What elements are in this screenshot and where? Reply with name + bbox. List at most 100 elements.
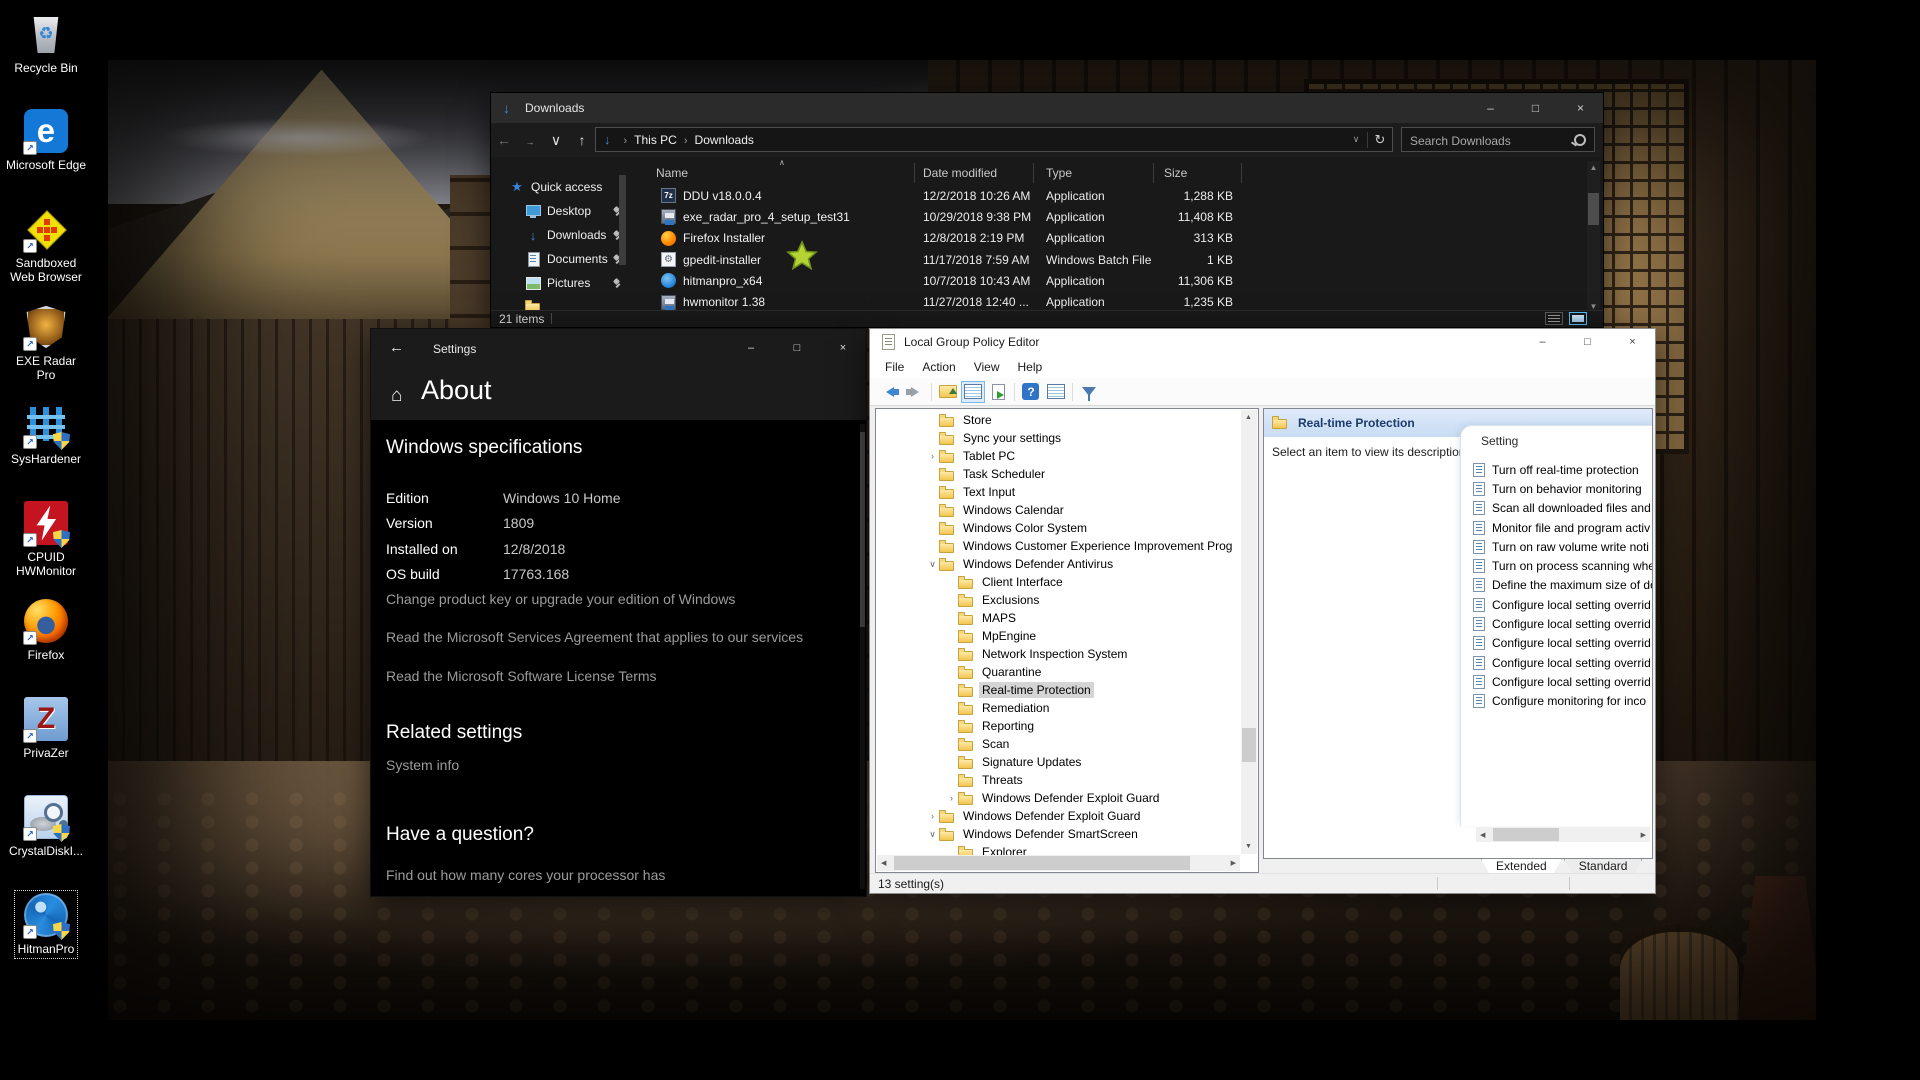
filter-icon[interactable] xyxy=(1077,381,1101,403)
tree-item-label[interactable]: Windows Color System xyxy=(960,520,1090,536)
tree-item-label[interactable]: Real-time Protection xyxy=(979,682,1094,698)
scroll-right-icon[interactable]: ▶ xyxy=(1641,831,1646,839)
tree-vertical-scrollbar[interactable]: ▲ ▼ xyxy=(1241,410,1257,854)
column-divider[interactable] xyxy=(914,163,915,183)
desktop-icon[interactable]: ↗ CPUID HWMonitor xyxy=(2,499,90,580)
show-console-tree-icon[interactable] xyxy=(961,381,985,403)
separator[interactable] xyxy=(1069,381,1076,403)
file-row[interactable]: exe_radar_pro_4_setup_test31 10/29/2018 … xyxy=(641,206,1589,227)
refresh-icon[interactable]: ↻ xyxy=(1367,132,1392,148)
tree-item[interactable]: Client Interface xyxy=(876,573,1241,591)
minimize-button[interactable]: – xyxy=(728,329,774,367)
policy-setting-row[interactable]: Turn on raw volume write noti xyxy=(1473,537,1652,556)
minimize-button[interactable]: – xyxy=(1468,93,1513,123)
close-button[interactable]: × xyxy=(1610,329,1655,355)
column-header-type[interactable]: Type xyxy=(1046,166,1072,180)
scroll-right-icon[interactable]: ▶ xyxy=(1231,859,1236,867)
tree-item[interactable]: › Windows Defender Exploit Guard xyxy=(876,789,1241,807)
details-view-icon[interactable] xyxy=(1545,312,1563,325)
tree-item-label[interactable]: Windows Defender Exploit Guard xyxy=(979,790,1162,806)
scroll-left-icon[interactable]: ◀ xyxy=(1480,831,1485,839)
minimize-button[interactable]: – xyxy=(1520,329,1565,355)
tree-item-label[interactable]: Quarantine xyxy=(979,664,1044,680)
forward-icon[interactable] xyxy=(903,381,927,403)
address-dropdown-icon[interactable]: ∨ xyxy=(1345,134,1367,145)
system-info-link[interactable]: System info xyxy=(386,757,459,773)
settings-scrollbar[interactable] xyxy=(860,424,865,889)
help-icon[interactable]: ? xyxy=(1019,381,1043,403)
tree-expander-icon[interactable]: ∨ xyxy=(926,559,939,570)
tree-item[interactable]: Remediation xyxy=(876,699,1241,717)
show-action-pane-icon[interactable] xyxy=(1044,381,1068,403)
search-input[interactable] xyxy=(1408,129,1572,152)
tree-expander-icon[interactable]: › xyxy=(926,451,939,461)
column-header-setting[interactable]: Setting xyxy=(1481,434,1518,448)
menu-item[interactable]: View xyxy=(965,360,1009,374)
policy-setting-row[interactable]: Turn on process scanning whe xyxy=(1473,556,1652,575)
sidebar-item[interactable]: Pictures xyxy=(491,271,639,295)
tree-item[interactable]: Windows Calendar xyxy=(876,501,1241,519)
separator[interactable] xyxy=(928,381,935,403)
policy-setting-row[interactable]: Monitor file and program activ xyxy=(1473,518,1652,537)
column-header-size[interactable]: Size xyxy=(1164,166,1187,180)
file-row[interactable]: hitmanpro_x64 10/7/2018 10:43 AM Applica… xyxy=(641,270,1589,291)
policy-setting-row[interactable]: Turn off real-time protection xyxy=(1473,460,1652,479)
menu-item[interactable]: Action xyxy=(913,360,964,374)
back-icon[interactable]: ← xyxy=(491,123,517,157)
scrollbar-thumb[interactable] xyxy=(860,432,865,627)
desktop-icon[interactable]: ♻ ↗ Recycle Bin xyxy=(2,10,90,77)
desktop-icon[interactable]: ↗ Sandboxed Web Browser xyxy=(2,205,90,286)
scroll-up-icon[interactable]: ▲ xyxy=(1245,414,1252,421)
policy-setting-row[interactable]: Configure local setting overrid xyxy=(1473,634,1652,653)
scrollbar-thumb[interactable] xyxy=(894,856,1190,870)
up-icon[interactable]: ↑ xyxy=(569,123,595,157)
tree-item[interactable]: MpEngine xyxy=(876,627,1241,645)
tree-item-label[interactable]: Sync your settings xyxy=(960,430,1064,446)
tree-item[interactable]: ∨ Windows Defender Antivirus xyxy=(876,555,1241,573)
file-row[interactable]: 7z DDU v18.0.0.4 12/2/2018 10:26 AM Appl… xyxy=(641,185,1589,206)
desktop-icon[interactable]: ↗ SysHardener xyxy=(2,401,90,468)
file-row[interactable]: Firefox Installer 12/8/2018 2:19 PM Appl… xyxy=(641,228,1589,249)
tree-item-label[interactable]: Threats xyxy=(979,772,1026,788)
column-divider[interactable] xyxy=(1033,163,1034,183)
services-agreement-link[interactable]: Read the Microsoft Services Agreement th… xyxy=(386,629,803,645)
tree-item[interactable]: Windows Customer Experience Improvement … xyxy=(876,537,1241,555)
tree-item[interactable]: Exclusions xyxy=(876,591,1241,609)
tree-horizontal-scrollbar[interactable]: ◀ ▶ xyxy=(877,855,1240,871)
tree-item-label[interactable]: Scan xyxy=(979,736,1012,752)
separator[interactable] xyxy=(1011,381,1018,403)
menu-item[interactable]: File xyxy=(876,360,913,374)
menu-item[interactable]: Help xyxy=(1009,360,1052,374)
tree-item[interactable]: ∨ Windows Defender SmartScreen xyxy=(876,825,1241,843)
desktop-icon[interactable]: e ↗ Microsoft Edge xyxy=(2,107,90,174)
tree-item-label[interactable]: Signature Updates xyxy=(979,754,1084,770)
desktop-icon[interactable]: ↗ Firefox xyxy=(2,597,90,664)
tree-item-label[interactable]: MAPS xyxy=(979,610,1019,626)
policy-setting-row[interactable]: Configure local setting overrid xyxy=(1473,653,1652,672)
column-divider[interactable] xyxy=(1153,163,1154,183)
policy-setting-row[interactable]: Turn on behavior monitoring xyxy=(1473,479,1652,498)
sidebar-item[interactable]: Documents xyxy=(491,247,639,271)
export-list-icon[interactable] xyxy=(986,381,1010,403)
tree-item-label[interactable]: Tablet PC xyxy=(960,448,1018,464)
tree-item-label[interactable]: Network Inspection System xyxy=(979,646,1130,662)
maximize-button[interactable]: □ xyxy=(774,329,820,367)
breadcrumb-segment[interactable]: Downloads xyxy=(695,133,754,147)
license-terms-link[interactable]: Read the Microsoft Software License Term… xyxy=(386,668,657,684)
sidebar-scrollbar[interactable] xyxy=(619,175,626,265)
scroll-left-icon[interactable]: ◀ xyxy=(881,859,886,867)
desktop-icon[interactable]: ↗ CrystalDiskI... xyxy=(2,793,90,860)
tree-item[interactable]: Task Scheduler xyxy=(876,465,1241,483)
policy-setting-row[interactable]: Define the maximum size of do xyxy=(1473,576,1652,595)
scroll-up-icon[interactable]: ▲ xyxy=(1587,163,1600,172)
tree-item-label[interactable]: Text Input xyxy=(960,484,1018,500)
tree-item-label[interactable]: Reporting xyxy=(979,718,1037,734)
tree-item[interactable]: Real-time Protection xyxy=(876,681,1241,699)
tree-item-label[interactable]: Store xyxy=(960,412,995,428)
close-button[interactable]: × xyxy=(1558,93,1603,123)
large-icons-view-icon[interactable] xyxy=(1569,312,1587,325)
tree-item-label[interactable]: Windows Calendar xyxy=(960,502,1067,518)
tree-item[interactable]: › Windows Defender Exploit Guard xyxy=(876,807,1241,825)
tree-item[interactable]: Text Input xyxy=(876,483,1241,501)
settings-horizontal-scrollbar[interactable]: ◀ ▶ xyxy=(1476,827,1650,842)
